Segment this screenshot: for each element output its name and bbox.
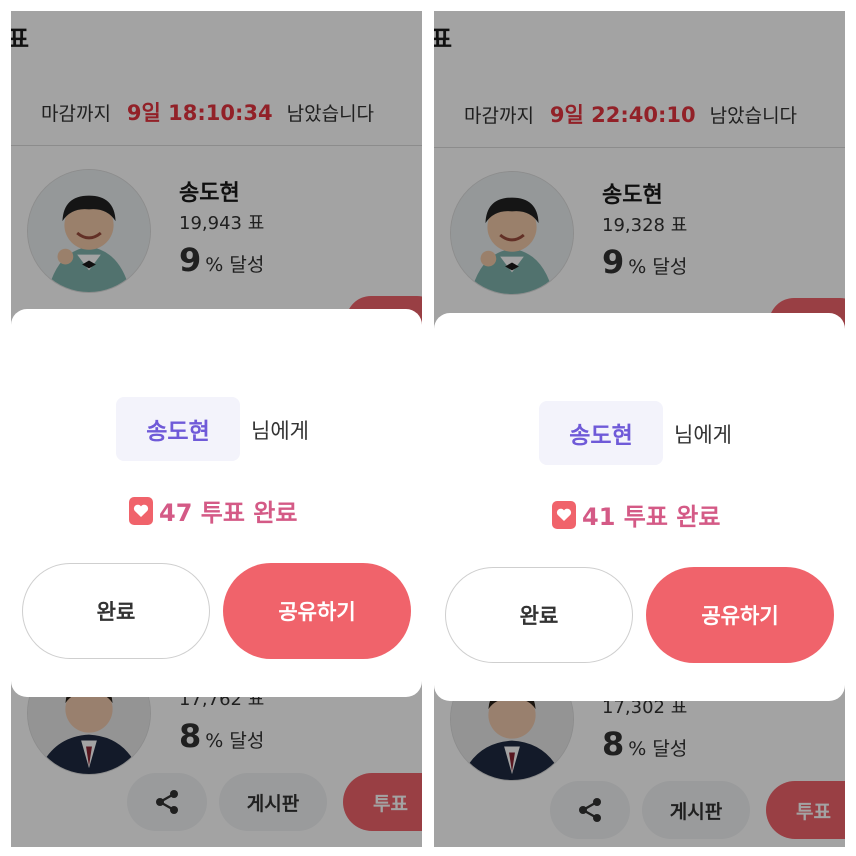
heart-icon [552,500,576,529]
vote-result: 41 투표 완료 [552,497,720,532]
comparison-stage: 표 마감까지 9일 18:10:34 남았습니다 송도현 19,943 표 9 … [0,0,856,856]
heart-icon [129,496,153,525]
share-button[interactable]: 공유하기 [223,563,411,659]
vote-result-text: 41 투표 완료 [582,503,721,531]
screenshot-panel-right: 표 마감까지 9일 22:40:10 남았습니다 송도현 19,328 표 9 … [434,11,845,847]
done-button[interactable]: 완료 [22,563,210,659]
recipient-name-chip: 송도현 [116,397,240,461]
share-button[interactable]: 공유하기 [646,567,834,663]
vote-result: 47 투표 완료 [129,493,297,528]
vote-complete-modal: 송도현 님에게 47 투표 완료 완료 공유하기 [11,309,422,697]
recipient-name-chip: 송도현 [539,401,663,465]
screenshot-panel-left: 표 마감까지 9일 18:10:34 남았습니다 송도현 19,943 표 9 … [11,11,422,847]
done-button[interactable]: 완료 [445,567,633,663]
recipient-suffix: 님에게 [674,423,732,447]
vote-result-text: 47 투표 완료 [159,499,298,527]
recipient-suffix: 님에게 [251,419,309,443]
vote-complete-modal: 송도현 님에게 41 투표 완료 완료 공유하기 [434,313,845,701]
